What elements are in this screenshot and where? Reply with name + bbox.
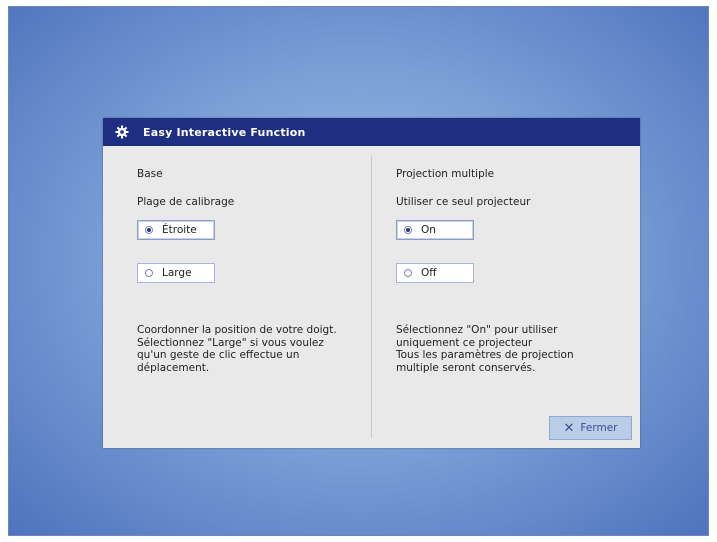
radio-on[interactable]: On (396, 220, 474, 240)
single-projector-label: Utiliser ce seul projecteur (396, 196, 531, 208)
calibration-range-label: Plage de calibrage (137, 196, 235, 208)
radio-selected-icon (404, 226, 412, 234)
close-button[interactable]: ✕ Fermer (549, 416, 632, 440)
dialog-title: Easy Interactive Function (143, 125, 306, 139)
radio-large[interactable]: Large (137, 263, 215, 283)
radio-etroite[interactable]: Étroite (137, 220, 215, 240)
radio-etroite-label: Étroite (162, 224, 197, 236)
radio-on-label: On (421, 224, 436, 236)
radio-selected-icon (145, 226, 153, 234)
radio-large-label: Large (162, 267, 192, 279)
gear-icon (115, 125, 129, 139)
base-section-title: Base (137, 168, 163, 180)
radio-off[interactable]: Off (396, 263, 474, 283)
base-description: Coordonner la position de votre doigt. S… (137, 324, 337, 374)
dialog-titlebar: Easy Interactive Function (103, 118, 640, 146)
close-button-label: Fermer (580, 422, 618, 434)
multi-projection-section-title: Projection multiple (396, 168, 495, 180)
radio-unselected-icon (404, 269, 412, 277)
radio-off-label: Off (421, 267, 437, 279)
easy-interactive-dialog: Easy Interactive Function Base Plage de … (103, 118, 640, 448)
projector-screen: Easy Interactive Function Base Plage de … (8, 6, 709, 536)
multi-projection-column: Projection multiple Utiliser ce seul pro… (372, 146, 640, 448)
radio-unselected-icon (145, 269, 153, 277)
base-column: Base Plage de calibrage Étroite Large Co… (103, 146, 371, 448)
close-icon: ✕ (563, 420, 575, 436)
multi-projection-description: Sélectionnez "On" pour utiliser uniqueme… (396, 324, 574, 374)
